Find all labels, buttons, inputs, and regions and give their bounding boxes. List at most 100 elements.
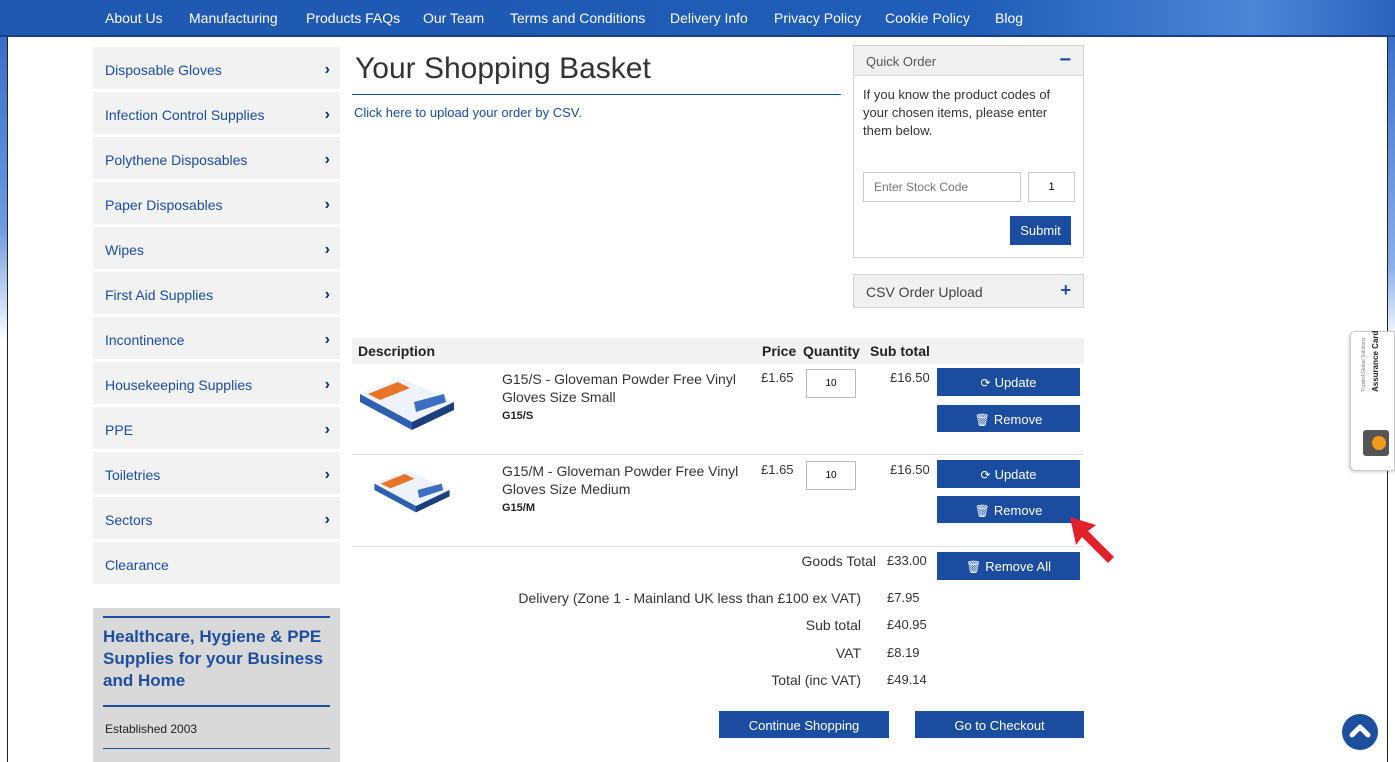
nav-terms[interactable]: Terms and Conditions	[510, 10, 645, 26]
title-divider	[352, 94, 841, 95]
back-to-top-button[interactable]	[1342, 714, 1378, 750]
sidebar-item-sectors[interactable]: Sectors ›	[93, 497, 340, 539]
chevron-right-icon: ›	[324, 241, 330, 258]
goods-total-label: Goods Total	[801, 553, 876, 569]
remove-all-button[interactable]: 🗑 Remove All	[937, 552, 1080, 580]
nav-delivery-info[interactable]: Delivery Info	[670, 10, 748, 26]
stock-code-input[interactable]	[863, 172, 1021, 202]
product-price: £1.65	[761, 370, 794, 385]
update-button[interactable]: ⟳ Update	[937, 368, 1080, 396]
quick-order-panel: Quick Order − If you know the product co…	[853, 45, 1084, 258]
csv-order-upload-panel[interactable]: CSV Order Upload +	[853, 274, 1084, 308]
sidebar-item-label: Disposable Gloves	[105, 62, 222, 78]
sidebar-item-label: Toiletries	[105, 467, 161, 483]
product-name[interactable]: G15/S - Gloveman Powder Free Vinyl Glove…	[502, 370, 747, 406]
expand-icon[interactable]: +	[1060, 280, 1071, 301]
sidebar-item-incontinence[interactable]: Incontinence ›	[93, 317, 340, 359]
nav-manufacturing[interactable]: Manufacturing	[189, 10, 278, 26]
product-image-gloves-medium[interactable]	[372, 466, 452, 514]
assurance-label: Assurance Card	[1371, 330, 1380, 392]
remove-button[interactable]: 🗑 Remove	[937, 496, 1080, 523]
sidebar-item-clearance[interactable]: Clearance	[93, 542, 340, 584]
product-code: G15/M	[502, 502, 536, 514]
chevron-right-icon: ›	[324, 61, 330, 78]
remove-label: Remove	[993, 503, 1043, 518]
row-divider	[352, 546, 1084, 547]
quick-order-header[interactable]: Quick Order −	[854, 46, 1083, 76]
sidebar-item-first-aid[interactable]: First Aid Supplies ›	[93, 272, 340, 314]
pointer-arrow-icon	[1070, 517, 1114, 563]
trash-icon: 🗑	[966, 560, 982, 574]
sidebar-item-label: Clearance	[105, 557, 169, 573]
continue-shopping-button[interactable]: Continue Shopping	[719, 711, 889, 738]
checkout-button[interactable]: Go to Checkout	[915, 711, 1084, 738]
sidebar-item-label: Housekeeping Supplies	[105, 377, 253, 393]
chevron-right-icon: ›	[324, 286, 330, 303]
remove-all-label: Remove All	[985, 559, 1051, 574]
sidebar-item-label: PPE	[105, 422, 134, 438]
sidebar-item-label: First Aid Supplies	[105, 287, 214, 303]
total-label: Total (inc VAT)	[771, 672, 861, 688]
promo-divider	[103, 616, 330, 618]
trash-icon: 🗑	[974, 413, 990, 427]
chevron-up-icon	[1349, 724, 1371, 738]
sidebar-item-ppe[interactable]: PPE ›	[93, 407, 340, 449]
nav-our-team[interactable]: Our Team	[423, 10, 484, 26]
nav-privacy-policy[interactable]: Privacy Policy	[774, 10, 861, 26]
promo-heading: Healthcare, Hygiene & PPE Supplies for y…	[103, 627, 324, 690]
quantity-input[interactable]	[806, 461, 856, 490]
product-image-gloves-small[interactable]	[358, 372, 456, 432]
page-title: Your Shopping Basket	[355, 52, 651, 85]
chevron-right-icon: ›	[324, 106, 330, 123]
left-border	[7, 0, 8, 762]
promo-divider	[103, 705, 330, 707]
category-sidebar: Disposable Gloves › Infection Control Sup…	[93, 47, 340, 587]
collapse-icon[interactable]: −	[1059, 49, 1071, 72]
nav-cookie-policy[interactable]: Cookie Policy	[885, 10, 970, 26]
product-code: G15/S	[502, 410, 534, 422]
sidebar-item-wipes[interactable]: Wipes ›	[93, 227, 340, 269]
csv-upload-title: CSV Order Upload	[866, 284, 983, 300]
row-divider	[352, 454, 1084, 455]
subtotal-value: £40.95	[887, 617, 927, 632]
promo-established: Established 2003	[105, 722, 198, 736]
sidebar-item-label: Infection Control Supplies	[105, 107, 265, 123]
nav-products-faqs[interactable]: Products FAQs	[306, 10, 400, 26]
trash-icon: 🗑	[974, 504, 990, 518]
header-subtotal: Sub total	[870, 343, 930, 359]
sidebar-item-label: Paper Disposables	[105, 197, 223, 213]
vat-value: £8.19	[887, 645, 920, 660]
sidebar-item-disposable-gloves[interactable]: Disposable Gloves ›	[93, 47, 340, 89]
sidebar-item-toiletries[interactable]: Toiletries ›	[93, 452, 340, 494]
nav-about-us[interactable]: About Us	[105, 10, 163, 26]
sidebar-item-housekeeping[interactable]: Housekeeping Supplies ›	[93, 362, 340, 404]
sidebar-item-infection-control[interactable]: Infection Control Supplies ›	[93, 92, 340, 134]
nav-blog[interactable]: Blog	[995, 10, 1023, 26]
header-price: Price	[762, 343, 797, 359]
quick-order-title: Quick Order	[866, 54, 937, 69]
sidebar-item-polythene[interactable]: Polythene Disposables ›	[93, 137, 340, 179]
quick-order-quantity-input[interactable]	[1028, 172, 1075, 202]
csv-upload-link[interactable]: Click here to upload your order by CSV.	[354, 105, 582, 120]
sidebar-item-label: Incontinence	[105, 332, 185, 348]
quantity-input[interactable]	[806, 369, 856, 398]
header-description: Description	[358, 343, 436, 359]
remove-button[interactable]: 🗑 Remove	[937, 405, 1080, 432]
promo-box: Healthcare, Hygiene & PPE Supplies for y…	[93, 608, 340, 762]
sidebar-item-label: Wipes	[105, 242, 144, 258]
refresh-icon: ⟳	[980, 376, 991, 390]
goods-total-value: £33.00	[887, 553, 927, 568]
update-button[interactable]: ⟳ Update	[937, 460, 1080, 488]
promo-divider	[103, 748, 330, 749]
quick-order-instructions: If you know the product codes of your ch…	[863, 87, 1051, 138]
quick-order-submit-button[interactable]: Submit	[1010, 216, 1071, 245]
vat-label: VAT	[835, 645, 861, 661]
sidebar-item-paper[interactable]: Paper Disposables ›	[93, 182, 340, 224]
assurance-card-widget[interactable]: Trusted Global Solutions Assurance Card	[1350, 331, 1395, 471]
refresh-icon: ⟳	[980, 468, 991, 482]
update-label: Update	[994, 467, 1037, 482]
header-quantity: Quantity	[803, 343, 860, 359]
product-name[interactable]: G15/M - Gloveman Powder Free Vinyl Glove…	[502, 462, 747, 498]
subtotal-label: Sub total	[805, 617, 861, 633]
assurance-badge-icon	[1363, 430, 1389, 456]
